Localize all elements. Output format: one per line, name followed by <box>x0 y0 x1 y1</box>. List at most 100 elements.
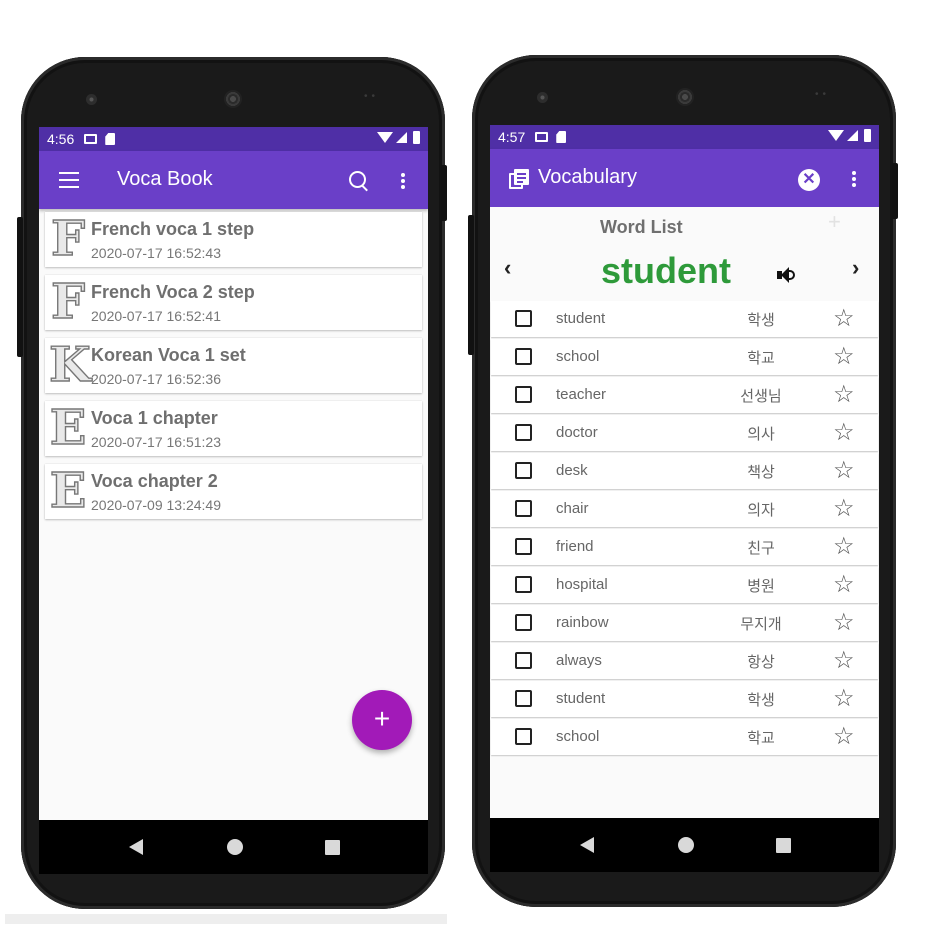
app-bar: Vocabulary ✕ <box>490 149 879 207</box>
volume-up-icon[interactable] <box>777 266 797 284</box>
word-english: hospital <box>556 576 608 593</box>
library-books-icon <box>509 169 529 189</box>
app-title: Voca Book <box>117 168 213 190</box>
back-button[interactable] <box>121 820 151 874</box>
star-icon[interactable]: ☆ <box>833 343 855 371</box>
menu-icon[interactable] <box>59 172 79 188</box>
book-title: Voca chapter 2 <box>91 471 218 491</box>
book-date: 2020-07-09 13:24:49 <box>91 497 221 513</box>
word-checkbox[interactable] <box>515 538 532 555</box>
word-korean: 학생 <box>747 691 775 709</box>
star-icon[interactable]: ☆ <box>833 457 855 485</box>
word-korean: 선생님 <box>740 387 782 405</box>
word-korean: 학교 <box>747 349 775 367</box>
book-item[interactable]: E Voca 1 chapter 2020-07-17 16:51:23 <box>45 401 422 456</box>
status-bar: 4:56 <box>39 127 428 151</box>
word-row[interactable]: school 학교 ☆ <box>491 719 878 755</box>
more-vert-icon[interactable] <box>852 171 856 187</box>
star-icon[interactable]: ☆ <box>833 305 855 333</box>
word-row[interactable]: desk 책상 ☆ <box>491 453 878 489</box>
star-icon[interactable]: ☆ <box>833 609 855 637</box>
star-icon[interactable]: ☆ <box>833 533 855 561</box>
word-english: always <box>556 652 602 669</box>
home-button[interactable] <box>220 820 250 874</box>
book-item[interactable]: F French voca 1 step 2020-07-17 16:52:43 <box>45 212 422 267</box>
earpiece <box>224 90 242 108</box>
more-vert-icon[interactable] <box>401 173 405 189</box>
sd-card-icon <box>556 131 567 143</box>
word-list-header: Word List + ‹ student › <box>490 207 879 301</box>
earpiece <box>676 88 694 106</box>
recents-button[interactable] <box>768 818 798 872</box>
word-row[interactable]: chair 의자 ☆ <box>491 491 878 527</box>
star-icon[interactable]: ☆ <box>833 419 855 447</box>
word-korean: 의자 <box>747 501 775 519</box>
nav-bar <box>39 820 428 874</box>
screen-voca-book: 4:56 Voca Book F French voca 1 step 2020… <box>39 127 428 820</box>
word-checkbox[interactable] <box>515 310 532 327</box>
word-english: student <box>556 690 606 707</box>
star-icon[interactable]: ☆ <box>833 723 855 751</box>
word-row[interactable]: always 항상 ☆ <box>491 643 878 679</box>
star-icon[interactable]: ☆ <box>833 685 855 713</box>
battery-icon <box>864 129 871 142</box>
app-title: Vocabulary <box>538 166 637 188</box>
word-korean: 학교 <box>747 729 775 747</box>
next-word-button[interactable]: › <box>852 255 859 281</box>
book-title: French voca 1 step <box>91 219 255 239</box>
book-item[interactable]: K Korean Voca 1 set 2020-07-17 16:52:36 <box>45 338 422 393</box>
word-checkbox[interactable] <box>515 424 532 441</box>
word-korean: 의사 <box>747 425 775 443</box>
cancel-icon[interactable]: ✕ <box>798 169 820 191</box>
recents-icon <box>775 837 791 853</box>
home-button[interactable] <box>671 818 701 872</box>
word-checkbox[interactable] <box>515 652 532 669</box>
book-date: 2020-07-17 16:51:23 <box>91 434 221 450</box>
word-row[interactable]: friend 친구 ☆ <box>491 529 878 565</box>
add-book-button[interactable]: + <box>352 690 412 750</box>
star-icon[interactable]: ☆ <box>833 381 855 409</box>
word-english: school <box>556 348 600 365</box>
add-word-button[interactable]: + <box>828 209 841 235</box>
wifi-icon <box>828 130 844 141</box>
word-checkbox[interactable] <box>515 576 532 593</box>
power-button <box>441 165 447 221</box>
word-row[interactable]: student 학생 ☆ <box>491 301 878 337</box>
word-checkbox[interactable] <box>515 348 532 365</box>
word-row[interactable]: hospital 병원 ☆ <box>491 567 878 603</box>
word-row[interactable]: teacher 선생님 ☆ <box>491 377 878 413</box>
word-korean: 항상 <box>747 653 775 671</box>
nav-bar <box>490 818 879 872</box>
mail-icon <box>84 134 98 144</box>
word-checkbox[interactable] <box>515 386 532 403</box>
word-row[interactable]: rainbow 무지개 ☆ <box>491 605 878 641</box>
recents-icon <box>324 839 340 855</box>
word-english: teacher <box>556 386 607 403</box>
search-icon[interactable] <box>349 171 366 188</box>
phone-left: •• 4:56 Voca Book F French voca 1 step 2… <box>17 57 447 909</box>
word-korean: 병원 <box>747 577 775 595</box>
mail-icon <box>535 132 549 142</box>
star-icon[interactable]: ☆ <box>833 647 855 675</box>
word-checkbox[interactable] <box>515 728 532 745</box>
book-item[interactable]: E Voca chapter 2 2020-07-09 13:24:49 <box>45 464 422 519</box>
book-list: F French voca 1 step 2020-07-17 16:52:43… <box>39 209 428 519</box>
word-checkbox[interactable] <box>515 462 532 479</box>
word-row[interactable]: doctor 의사 ☆ <box>491 415 878 451</box>
book-date: 2020-07-17 16:52:41 <box>91 308 221 324</box>
word-english: chair <box>556 500 589 517</box>
back-button[interactable] <box>572 818 602 872</box>
word-row[interactable]: student 학생 ☆ <box>491 681 878 717</box>
battery-icon <box>413 131 420 144</box>
word-checkbox[interactable] <box>515 500 532 517</box>
word-checkbox[interactable] <box>515 614 532 631</box>
star-icon[interactable]: ☆ <box>833 571 855 599</box>
recents-button[interactable] <box>317 820 347 874</box>
signal-icon <box>396 132 407 143</box>
word-list: student 학생 ☆ school 학교 ☆ teacher 선생님 ☆ d… <box>490 301 879 755</box>
book-date: 2020-07-17 16:52:43 <box>91 245 221 261</box>
word-row[interactable]: school 학교 ☆ <box>491 339 878 375</box>
word-checkbox[interactable] <box>515 690 532 707</box>
book-item[interactable]: F French Voca 2 step 2020-07-17 16:52:41 <box>45 275 422 330</box>
star-icon[interactable]: ☆ <box>833 495 855 523</box>
